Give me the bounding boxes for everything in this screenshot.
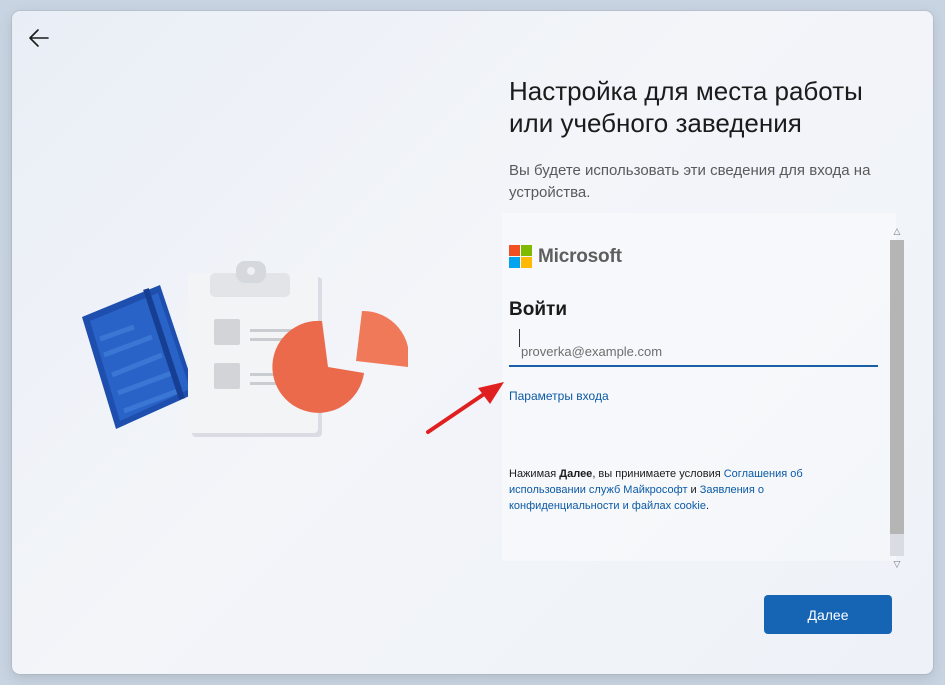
next-button[interactable]: Далее <box>764 595 892 634</box>
terms-middle: , вы принимаете условия <box>592 468 724 480</box>
chevron-up-icon[interactable]: △ <box>889 224 905 238</box>
terms-bold: Далее <box>559 468 593 480</box>
text-caret <box>519 329 520 347</box>
terms-text: Нажимая Далее, вы принимаете условия Сог… <box>509 466 849 514</box>
signin-heading: Войти <box>509 299 567 320</box>
arrow-left-icon <box>29 29 49 47</box>
signin-options-link[interactable]: Параметры входа <box>509 389 609 403</box>
notebook-graphic <box>82 285 196 429</box>
annotation-arrow-icon <box>426 382 504 434</box>
signin-panel: Microsoft Войти Параметры входа Нажимая … <box>502 213 904 569</box>
microsoft-brand-text: Microsoft <box>538 245 622 267</box>
email-input[interactable] <box>509 337 878 367</box>
terms-end: . <box>705 500 710 512</box>
terms-and: и <box>687 484 700 496</box>
microsoft-logo: Microsoft <box>509 245 622 268</box>
terms-prefix: Нажимая <box>509 468 560 480</box>
panel-scrollbar[interactable]: △ ▽ <box>889 224 905 571</box>
work-setup-illustration <box>82 261 408 437</box>
page-title: Настройка для места работы или учебного … <box>509 76 863 138</box>
back-button[interactable] <box>26 25 52 51</box>
scroll-track[interactable] <box>890 240 904 556</box>
page-subtitle: Вы будете использовать эти сведения для … <box>509 162 871 201</box>
microsoft-logo-icon <box>509 245 532 268</box>
setup-window: Настройка для места работы или учебного … <box>12 11 933 674</box>
scroll-thumb[interactable] <box>890 240 904 534</box>
chevron-down-icon[interactable]: ▽ <box>889 557 905 571</box>
